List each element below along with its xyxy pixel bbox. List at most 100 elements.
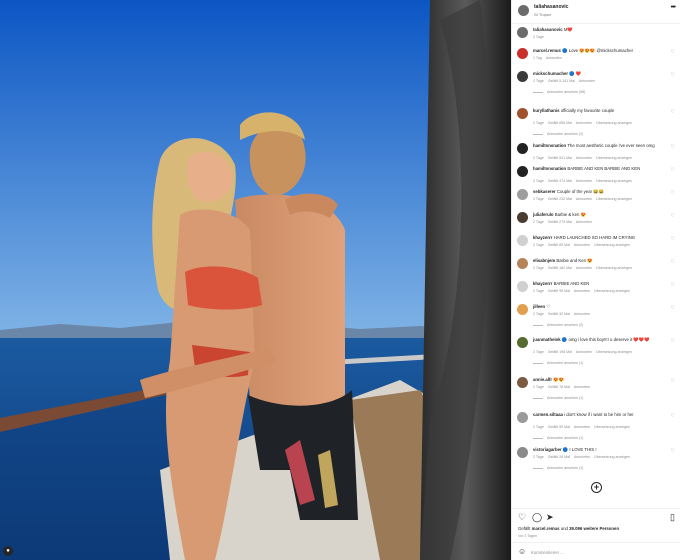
view-replies-button[interactable]: Antworten ansehen (1) [533, 466, 583, 470]
comment-like-count[interactable]: Gefällt 59 Mal [548, 425, 570, 429]
comment-like-count[interactable]: Gefällt 279 Mal [548, 220, 572, 224]
commenter-avatar[interactable] [517, 412, 528, 423]
commenter-avatar[interactable] [517, 258, 528, 269]
commenter-avatar[interactable] [517, 71, 528, 82]
view-replies-button[interactable]: Antworten ansehen (1) [533, 396, 583, 400]
view-replies-button[interactable]: Antworten ansehen (2) [533, 323, 583, 327]
commenter-username[interactable]: khayzerrr [533, 281, 552, 286]
commenter-username[interactable]: kuryllathanis [533, 108, 560, 113]
commenter-avatar[interactable] [517, 108, 528, 119]
reply-button[interactable]: Antworten [576, 350, 592, 354]
translate-button[interactable]: Übersetzung anzeigen [596, 156, 632, 160]
translate-button[interactable]: Übersetzung anzeigen [594, 243, 630, 247]
comment-like-heart-icon[interactable]: ♡ [671, 167, 675, 173]
bookmark-icon[interactable]: ▯ [670, 512, 675, 522]
comment-like-heart-icon[interactable]: ♡ [671, 259, 675, 265]
comment-like-count[interactable]: Gefällt 5.341 Mal [548, 79, 575, 83]
reply-button[interactable]: Antworten [574, 243, 590, 247]
likes-user[interactable]: marcel.remus [532, 526, 560, 531]
commenter-username[interactable]: mickschumacher [533, 71, 568, 76]
commenter-username[interactable]: hamiltonsnation [533, 166, 566, 171]
comment-like-heart-icon[interactable]: ♡ [671, 144, 675, 150]
post-photo[interactable]: ● [0, 0, 511, 560]
comment-like-count[interactable]: Gefällt 656 Mal [548, 121, 572, 125]
commenter-username[interactable]: juanmatheink [533, 337, 561, 342]
reply-button[interactable]: Antworten [579, 79, 595, 83]
reply-button[interactable]: Antworten [576, 179, 592, 183]
commenter-username[interactable]: hamiltonsnation [533, 143, 566, 148]
comment-like-heart-icon[interactable]: ♡ [671, 413, 675, 419]
view-replies-button[interactable]: Antworten ansehen (1) [533, 436, 583, 440]
likes-count[interactable]: 39.096 weitere Personen [569, 526, 619, 531]
comment-like-heart-icon[interactable]: ♡ [671, 282, 675, 288]
reply-button[interactable]: Antworten [576, 121, 592, 125]
reply-button[interactable]: Antworten [576, 156, 592, 160]
user-tag-icon[interactable]: ● [3, 546, 13, 556]
reply-button[interactable]: Antworten [576, 266, 592, 270]
comment-like-heart-icon[interactable]: ♡ [671, 378, 675, 384]
reply-button[interactable]: Antworten [574, 312, 590, 316]
comment-like-count[interactable]: Gefällt 232 Mal [548, 197, 572, 201]
commenter-username[interactable]: jilleen [533, 304, 545, 309]
author-username[interactable]: taliahasanovic [534, 4, 568, 10]
comment-like-count[interactable]: Gefällt 541 Mal [548, 156, 572, 160]
commenter-avatar[interactable] [517, 281, 528, 292]
reply-button[interactable]: Antworten [546, 56, 562, 60]
commenter-username[interactable]: marcel.remus [533, 48, 561, 53]
translate-button[interactable]: Übersetzung anzeigen [596, 350, 632, 354]
commenter-username[interactable]: taliahasanovic [533, 27, 563, 32]
commenter-avatar[interactable] [517, 189, 528, 200]
commenter-avatar[interactable] [517, 337, 528, 348]
comment-like-heart-icon[interactable]: ♡ [671, 72, 675, 78]
emoji-icon[interactable]: ☺ [518, 547, 526, 556]
reply-button[interactable]: Antworten [574, 385, 590, 389]
reply-button[interactable]: Antworten [574, 425, 590, 429]
comment-like-count[interactable]: Gefällt 196 Mal [548, 350, 572, 354]
comment-like-count[interactable]: Gefällt 182 Mal [548, 266, 572, 270]
reply-button[interactable]: Antworten [576, 220, 592, 224]
comment-like-heart-icon[interactable]: ♡ [671, 190, 675, 196]
commenter-avatar[interactable] [517, 27, 528, 38]
commenter-username[interactable]: juliaferulo [533, 212, 554, 217]
commenter-username[interactable]: sebkaserer [533, 189, 556, 194]
translate-button[interactable]: Übersetzung anzeigen [594, 455, 630, 459]
comment-like-heart-icon[interactable]: ♡ [671, 338, 675, 344]
heart-icon[interactable]: ♡ [518, 512, 526, 522]
translate-button[interactable]: Übersetzung anzeigen [596, 121, 632, 125]
view-replies-button[interactable]: Antworten ansehen (2) [533, 132, 583, 136]
reply-button[interactable]: Antworten [574, 289, 590, 293]
translate-button[interactable]: Übersetzung anzeigen [596, 266, 632, 270]
comment-like-heart-icon[interactable]: ♡ [671, 305, 675, 311]
comment-like-heart-icon[interactable]: ♡ [671, 448, 675, 454]
commenter-username[interactable]: annie.alfr [533, 377, 552, 382]
view-replies-button[interactable]: Antworten ansehen (98) [533, 90, 585, 94]
comment-like-count[interactable]: Gefällt 76 Mal [548, 385, 570, 389]
commenter-avatar[interactable] [517, 212, 528, 223]
comment-input[interactable] [531, 547, 651, 557]
translate-button[interactable]: Übersetzung anzeigen [596, 197, 632, 201]
comment-like-count[interactable]: Gefällt 90 Mal [548, 289, 570, 293]
reply-button[interactable]: Antworten [574, 455, 590, 459]
translate-button[interactable]: Übersetzung anzeigen [594, 289, 630, 293]
share-icon[interactable]: ➤ [546, 512, 554, 522]
commenter-avatar[interactable] [517, 304, 528, 315]
translate-button[interactable]: Übersetzung anzeigen [596, 179, 632, 183]
comment-like-heart-icon[interactable]: ♡ [671, 213, 675, 219]
comment-like-heart-icon[interactable]: ♡ [671, 236, 675, 242]
commenter-avatar[interactable] [517, 48, 528, 59]
more-options-icon[interactable]: ••• [671, 4, 676, 11]
commenter-avatar[interactable] [517, 166, 528, 177]
comment-like-count[interactable]: Gefällt 28 Mal [548, 455, 570, 459]
commenter-avatar[interactable] [517, 377, 528, 388]
commenter-username[interactable]: khayzerrr [533, 235, 552, 240]
comment-like-count[interactable]: Gefällt 474 Mal [548, 179, 572, 183]
commenter-username[interactable]: elisabnjem [533, 258, 555, 263]
reply-button[interactable]: Antworten [576, 197, 592, 201]
comment-like-count[interactable]: Gefällt 32 Mal [548, 312, 570, 316]
comment-like-heart-icon[interactable]: ♡ [671, 49, 675, 55]
commenter-avatar[interactable] [517, 447, 528, 458]
comment-like-count[interactable]: Gefällt 85 Mal [548, 243, 570, 247]
comment-icon[interactable]: ◯ [532, 512, 542, 522]
commenter-username[interactable]: victoriagarber [533, 447, 562, 452]
load-more-comments-button[interactable]: + [591, 482, 602, 493]
